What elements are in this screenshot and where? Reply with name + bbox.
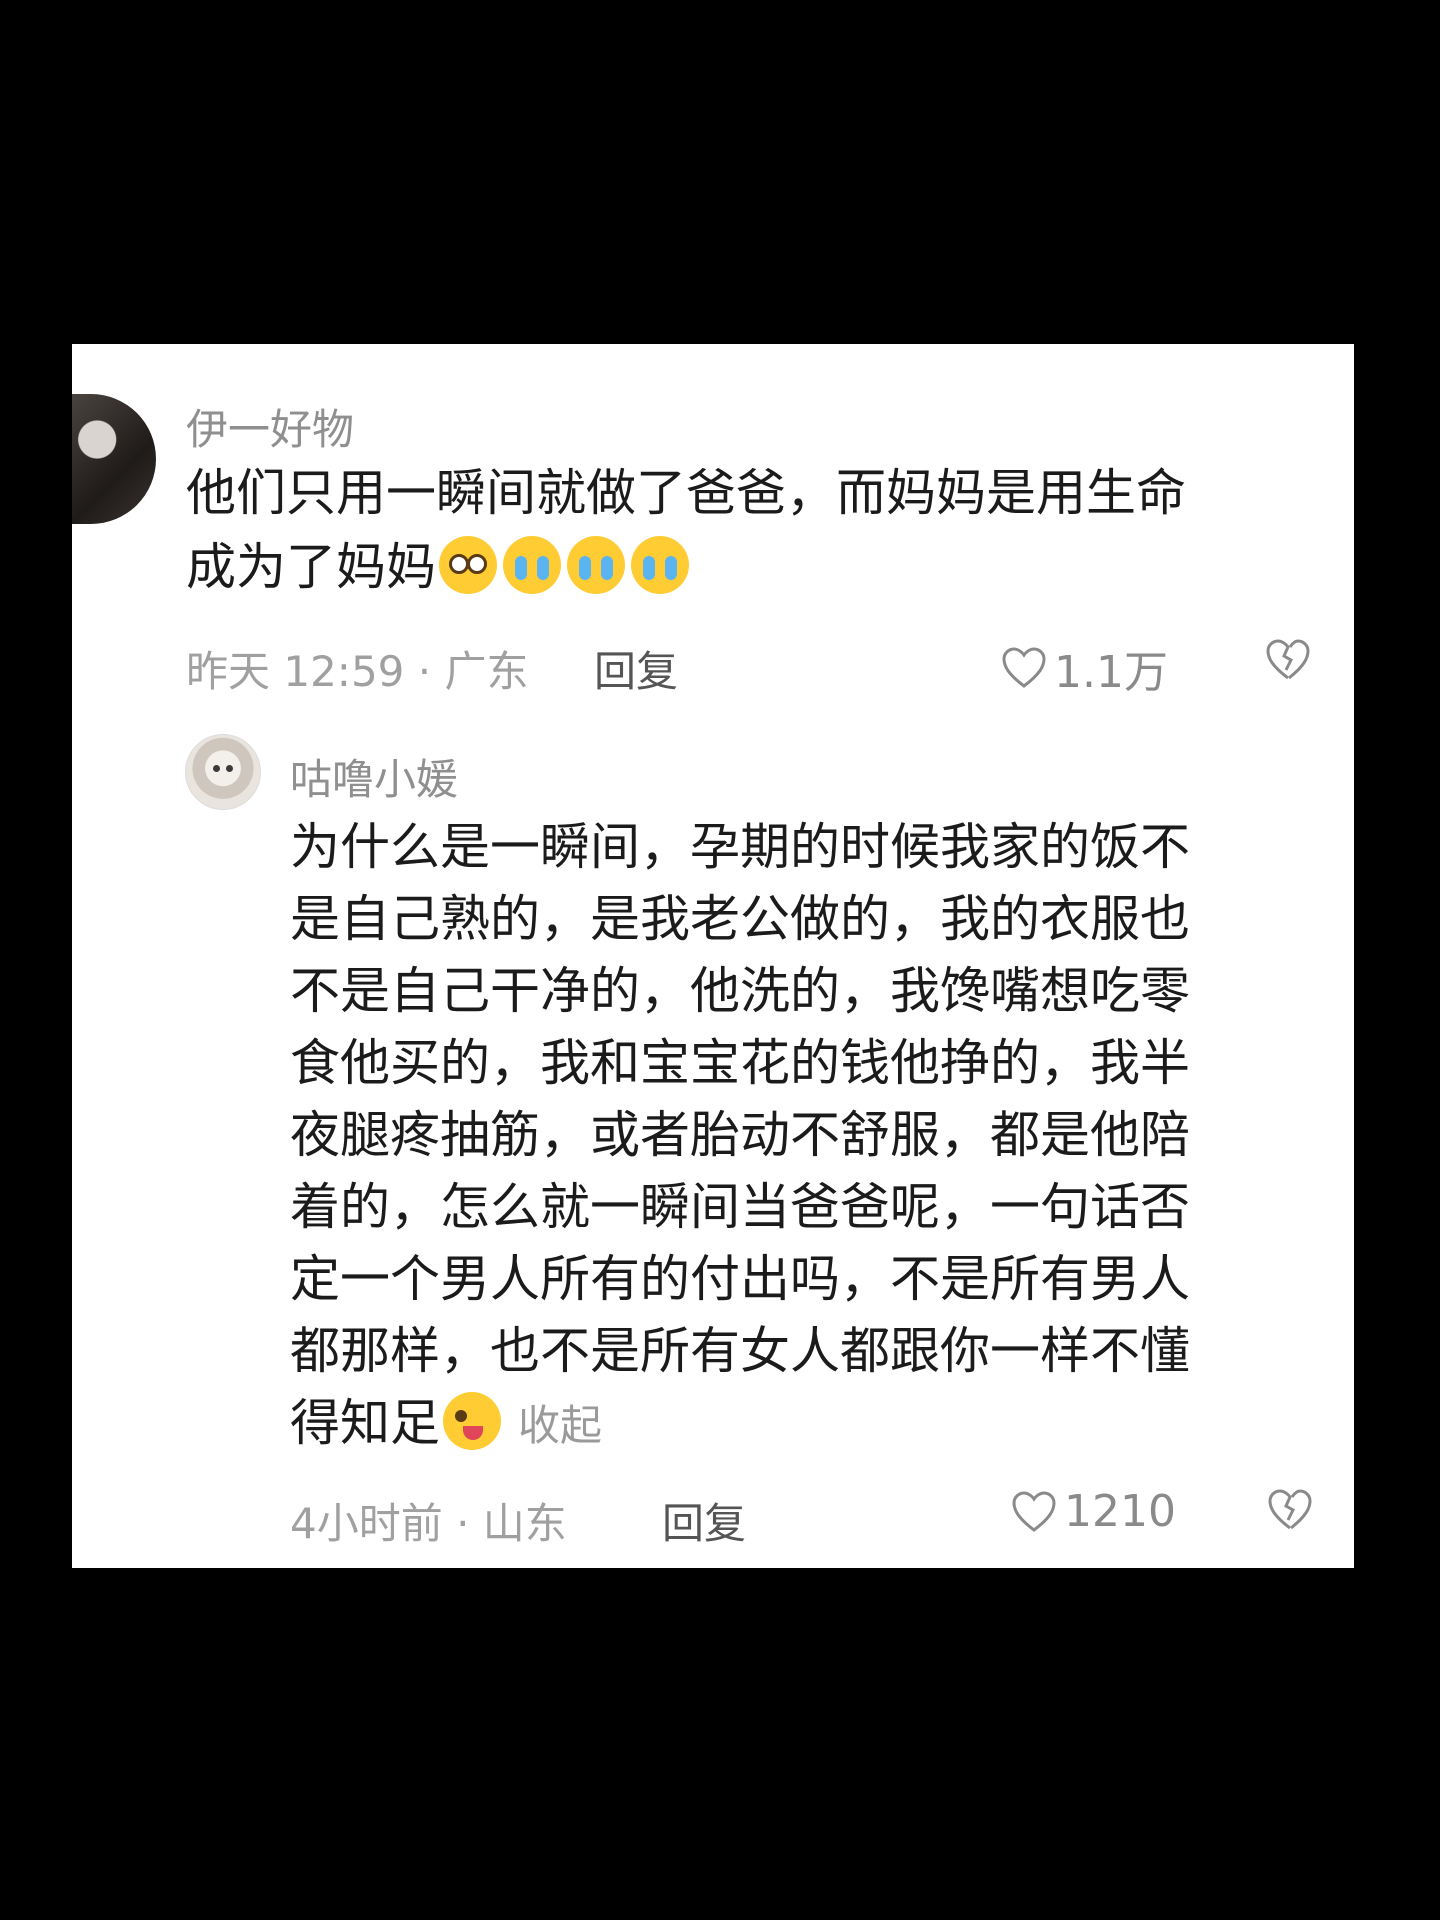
reply-text-segment: 得知足	[290, 1394, 440, 1452]
comment-text-segment: 成为了妈妈	[186, 538, 436, 596]
reply-text-line: 为什么是一瞬间，孕期的时候我家的饭不	[290, 818, 1190, 876]
reply-text: 为什么是一瞬间，孕期的时候我家的饭不 是自己熟的，是我老公做的，我的衣服也 不是…	[290, 811, 1300, 1462]
pleading-face-emoji-icon	[439, 536, 497, 594]
comment-like-button[interactable]: 1.1万	[1000, 636, 1168, 700]
reply-like-button[interactable]: 1210	[1010, 1486, 1176, 1537]
heart-outline-icon	[1002, 647, 1046, 688]
commenter-username[interactable]: 伊一好物	[186, 396, 354, 457]
comment-text: 他们只用一瞬间就做了爸爸，而妈妈是用生命 成为了妈妈	[186, 456, 1326, 604]
broken-heart-icon[interactable]	[1266, 1488, 1314, 1532]
reply-text-line: 都那样，也不是所有女人都跟你一样不懂	[290, 1322, 1190, 1380]
crying-face-emoji-icon	[631, 536, 689, 594]
winking-tongue-emoji-icon	[443, 1392, 501, 1450]
reply-text-line: 定一个男人所有的付出吗，不是所有男人	[290, 1250, 1190, 1308]
reply-text-line: 是自己熟的，是我老公做的，我的衣服也	[290, 890, 1190, 948]
crying-face-emoji-icon	[503, 536, 561, 594]
reply-text-line: 食他买的，我和宝宝花的钱他挣的，我半	[290, 1034, 1190, 1092]
comment-text-line: 他们只用一瞬间就做了爸爸，而妈妈是用生命	[186, 464, 1186, 522]
reply-text-line: 着的，怎么就一瞬间当爸爸呢，一句话否	[290, 1178, 1190, 1236]
reply-reply-button[interactable]: 回复	[662, 1490, 746, 1551]
reply-text-line: 夜腿疼抽筋，或者胎动不舒服，都是他陪	[290, 1106, 1190, 1164]
reply-like-count: 1210	[1064, 1486, 1176, 1537]
heart-outline-icon	[1012, 1490, 1056, 1532]
comment-text-line: 成为了妈妈	[186, 530, 1326, 604]
reply-text-line: 不是自己干净的，他洗的，我馋嘴想吃零	[290, 962, 1190, 1020]
crying-face-emoji-icon	[567, 536, 625, 594]
reply-username[interactable]: 咕噜小媛	[290, 746, 458, 807]
reply-avatar[interactable]	[185, 734, 261, 810]
comment-like-count: 1.1万	[1054, 647, 1168, 698]
comment-reply-button[interactable]: 回复	[594, 638, 678, 699]
comment-meta: 昨天 12:59 · 广东	[186, 647, 529, 696]
reply-meta: 4小时前 · 山东	[290, 1499, 567, 1548]
collapse-button[interactable]: 收起	[518, 1401, 602, 1450]
reply-text-line: 得知足 收起	[290, 1387, 1300, 1462]
broken-heart-icon[interactable]	[1264, 638, 1312, 682]
